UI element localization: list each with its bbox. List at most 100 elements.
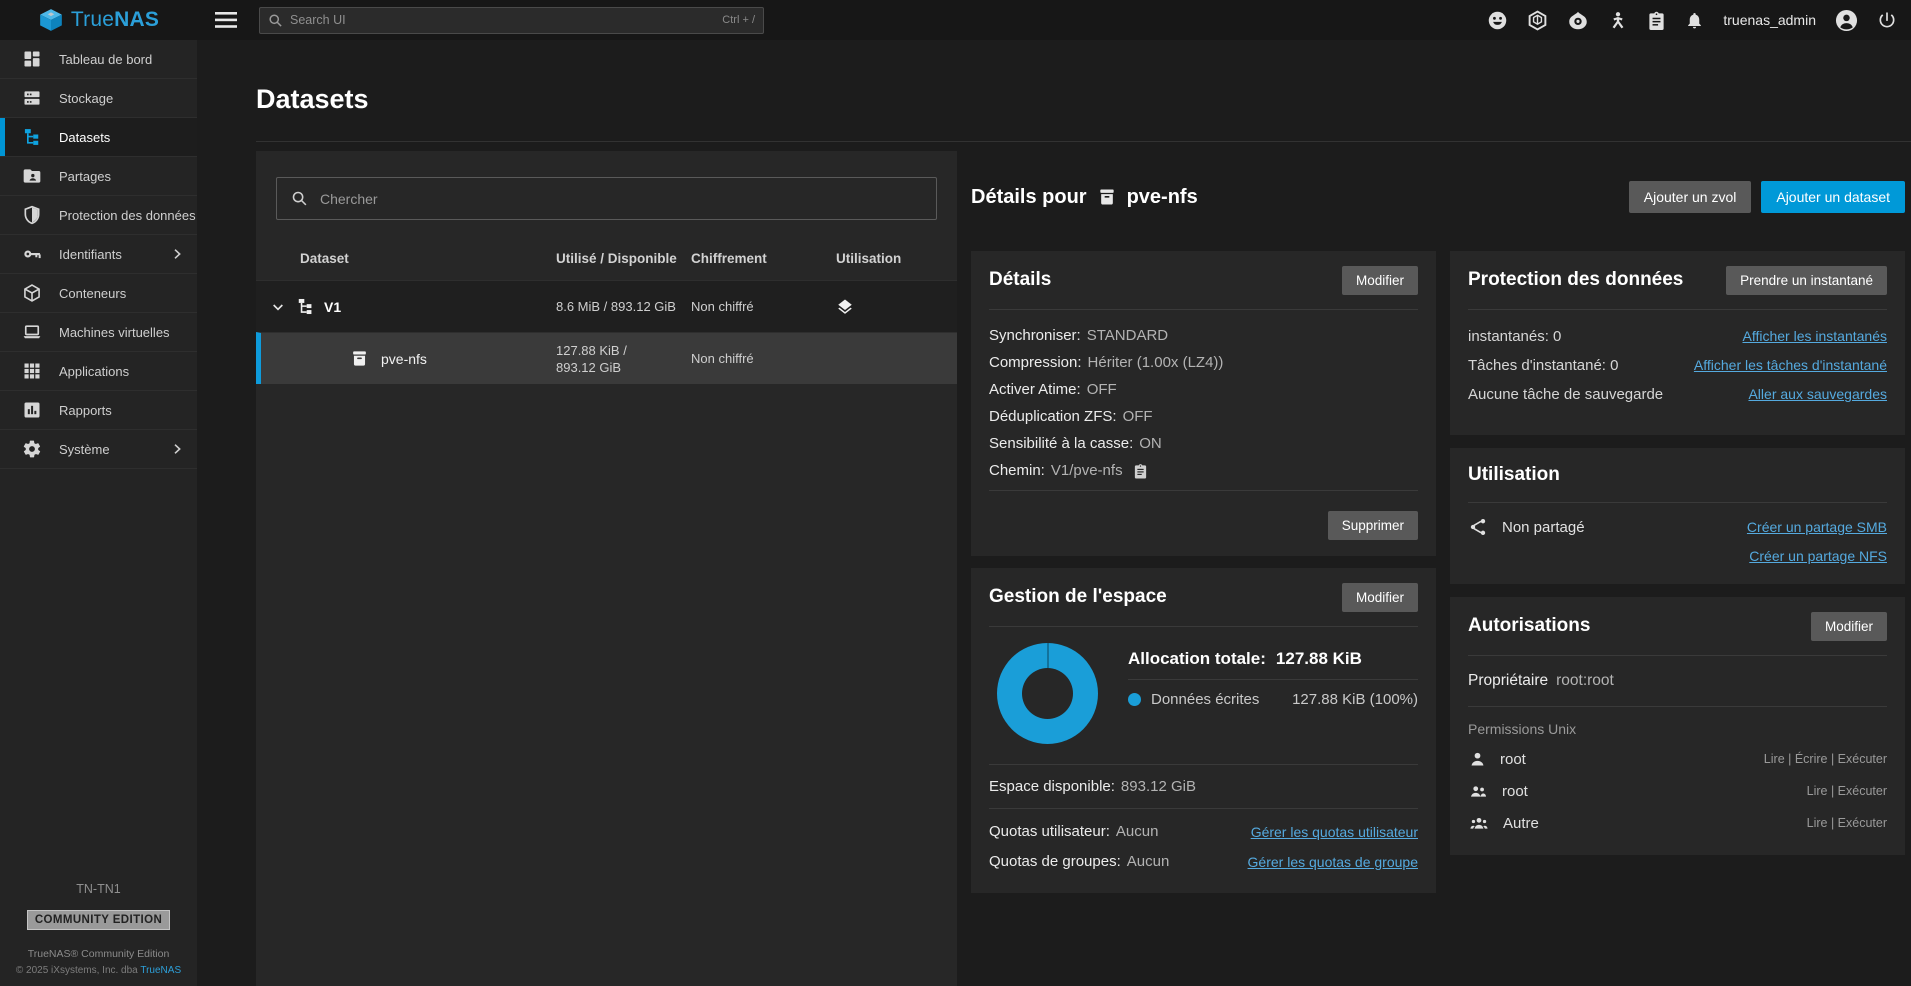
dataset-archive-icon <box>350 349 369 368</box>
truenas-logo[interactable]: TrueNAS <box>0 7 197 33</box>
search-icon <box>268 13 283 28</box>
perm-row-group: root Lire | Exécuter <box>1468 775 1887 807</box>
add-dataset-button[interactable]: Ajouter un dataset <box>1761 181 1905 213</box>
take-snapshot-button[interactable]: Prendre un instantané <box>1726 266 1887 295</box>
edit-details-button[interactable]: Modifier <box>1342 266 1418 295</box>
jobs-icon[interactable] <box>1608 10 1628 31</box>
perm-row-other: Autre Lire | Exécuter <box>1468 807 1887 839</box>
global-search-input[interactable] <box>290 13 715 27</box>
detail-row: Compression:Hériter (1.00x (LZ4)) <box>989 349 1418 376</box>
detail-row: Déduplication ZFS:OFF <box>989 403 1418 430</box>
data-protection-card: Protection des données Prendre un instan… <box>1450 251 1905 435</box>
manage-group-quotas-link[interactable]: Gérer les quotas de groupe <box>1248 847 1418 877</box>
brand-text: TrueNAS <box>71 8 159 32</box>
allocation-donut-chart <box>997 643 1098 744</box>
detail-row: Synchroniser:STANDARD <box>989 322 1418 349</box>
hostname: TN-TN1 <box>0 882 197 896</box>
shield-icon <box>22 205 42 225</box>
col-used-available: Utilisé / Disponible <box>556 250 691 267</box>
person-icon <box>1468 750 1487 769</box>
sidebar-item-dashboard[interactable]: Tableau de bord <box>0 40 197 79</box>
sidebar-item-reports[interactable]: Rapports <box>0 391 197 430</box>
col-usage: Utilisation <box>836 251 957 266</box>
feedback-smiley-icon[interactable] <box>1487 10 1508 31</box>
dataset-search-input[interactable] <box>320 191 922 207</box>
main: Datasets Dataset Utilisé / Disponible Ch… <box>197 40 1911 986</box>
manage-user-quotas-link[interactable]: Gérer les quotas utilisateur <box>1251 817 1418 847</box>
card-title: Protection des données <box>1468 269 1683 291</box>
sidebar-item-credentials[interactable]: Identifiants <box>0 235 197 274</box>
legend-dot <box>1128 693 1141 706</box>
space-management-card: Gestion de l'espace Modifier Allocation … <box>971 568 1436 893</box>
edit-space-button[interactable]: Modifier <box>1342 583 1418 612</box>
power-icon[interactable] <box>1877 10 1897 30</box>
truenas-hex-icon[interactable] <box>1527 10 1548 31</box>
dataset-table-panel: Dataset Utilisé / Disponible Chiffrement… <box>256 151 957 986</box>
sidebar-item-data-protection[interactable]: Protection des données <box>0 196 197 235</box>
create-nfs-share-link[interactable]: Créer un partage NFS <box>1749 548 1887 564</box>
datasets-tree-icon <box>296 297 315 316</box>
chevron-right-icon <box>169 441 185 457</box>
dataset-name: pve-nfs <box>381 351 427 367</box>
table-row-v1[interactable]: V1 8.6 MiB / 893.12 GiB Non chiffré <box>256 280 957 332</box>
sidebar-item-storage[interactable]: Stockage <box>0 79 197 118</box>
encryption: Non chiffré <box>691 299 836 314</box>
key-icon <box>22 244 42 264</box>
chevron-down-icon[interactable] <box>270 299 286 315</box>
datasets-tree-icon <box>22 127 42 147</box>
snapshot-tasks-row: Tâches d'instantané: 0 Afficher les tâch… <box>1468 351 1887 380</box>
group-icon <box>1468 782 1489 801</box>
create-smb-share-link[interactable]: Créer un partage SMB <box>1747 519 1887 535</box>
dataset-archive-icon <box>1097 187 1117 207</box>
hamburger-icon[interactable] <box>211 8 241 32</box>
share-status: Non partagé <box>1468 517 1585 537</box>
sidebar-item-system[interactable]: Système <box>0 430 197 469</box>
copyright: © 2025 iXsystems, Inc. dba TrueNAS <box>0 965 197 976</box>
sidebar: Tableau de bord Stockage Datasets Partag… <box>0 40 197 986</box>
layers-icon <box>836 298 854 316</box>
permissions-card: Autorisations Modifier Propriétaireroot:… <box>1450 597 1905 855</box>
owner-row: Propriétaireroot:root <box>1468 656 1887 706</box>
clipboard-icon[interactable] <box>1647 10 1666 31</box>
edition-badge: COMMUNITY EDITION <box>27 910 170 930</box>
username: truenas_admin <box>1723 12 1816 28</box>
user-avatar-icon[interactable] <box>1835 9 1858 32</box>
details-card: Détails Modifier Synchroniser:STANDARD C… <box>971 251 1436 556</box>
shares-folder-icon <box>22 166 42 186</box>
dashboard-icon <box>22 49 42 69</box>
allocation-total: Allocation totale:127.88 KiB <box>1128 643 1418 679</box>
backup-tasks-row: Aucune tâche de sauvegarde Aller aux sau… <box>1468 380 1887 409</box>
share-icon <box>1468 517 1488 537</box>
details-region: Détails pour pve-nfs Ajouter un zvol Ajo… <box>971 151 1905 986</box>
sidebar-item-shares[interactable]: Partages <box>0 157 197 196</box>
people-icon <box>1468 814 1490 833</box>
edit-permissions-button[interactable]: Modifier <box>1811 612 1887 641</box>
available-space: Espace disponible:893.12 GiB <box>989 765 1418 808</box>
edition-line: TrueNAS® Community Edition <box>0 948 197 960</box>
sidebar-item-datasets[interactable]: Datasets <box>0 118 197 157</box>
sidebar-item-applications[interactable]: Applications <box>0 352 197 391</box>
sidebar-footer: TN-TN1 COMMUNITY EDITION TrueNAS® Commun… <box>0 882 197 976</box>
truenas-logo-icon <box>38 7 64 33</box>
group-quota-row: Quotas de groupes: Aucun Gérer les quota… <box>989 847 1418 877</box>
table-row-pve-nfs[interactable]: pve-nfs 127.88 KiB /893.12 GiB Non chiff… <box>256 332 957 384</box>
sidebar-item-virtual-machines[interactable]: Machines virtuelles <box>0 313 197 352</box>
add-zvol-button[interactable]: Ajouter un zvol <box>1629 181 1752 213</box>
dataset-search[interactable] <box>276 177 937 220</box>
used-available: 8.6 MiB / 893.12 GiB <box>556 298 691 315</box>
card-title: Autorisations <box>1468 615 1590 637</box>
encryption: Non chiffré <box>691 351 836 366</box>
detail-row-path: Chemin:V1/pve-nfs <box>989 457 1418 484</box>
sidebar-item-containers[interactable]: Conteneurs <box>0 274 197 313</box>
show-snapshot-tasks-link[interactable]: Afficher les tâches d'instantané <box>1694 351 1887 380</box>
bell-icon[interactable] <box>1685 10 1704 31</box>
truecommand-icon[interactable] <box>1567 10 1589 31</box>
go-to-backups-link[interactable]: Aller aux sauvegardes <box>1748 380 1887 409</box>
copy-icon[interactable] <box>1133 463 1148 479</box>
delete-dataset-button[interactable]: Supprimer <box>1328 511 1418 540</box>
copyright-truenas-link[interactable]: TrueNAS <box>140 965 181 976</box>
table-header: Dataset Utilisé / Disponible Chiffrement… <box>256 236 957 280</box>
search-icon <box>291 190 308 207</box>
global-search[interactable]: Ctrl + / <box>259 7 764 34</box>
show-snapshots-link[interactable]: Afficher les instantanés <box>1743 322 1888 351</box>
